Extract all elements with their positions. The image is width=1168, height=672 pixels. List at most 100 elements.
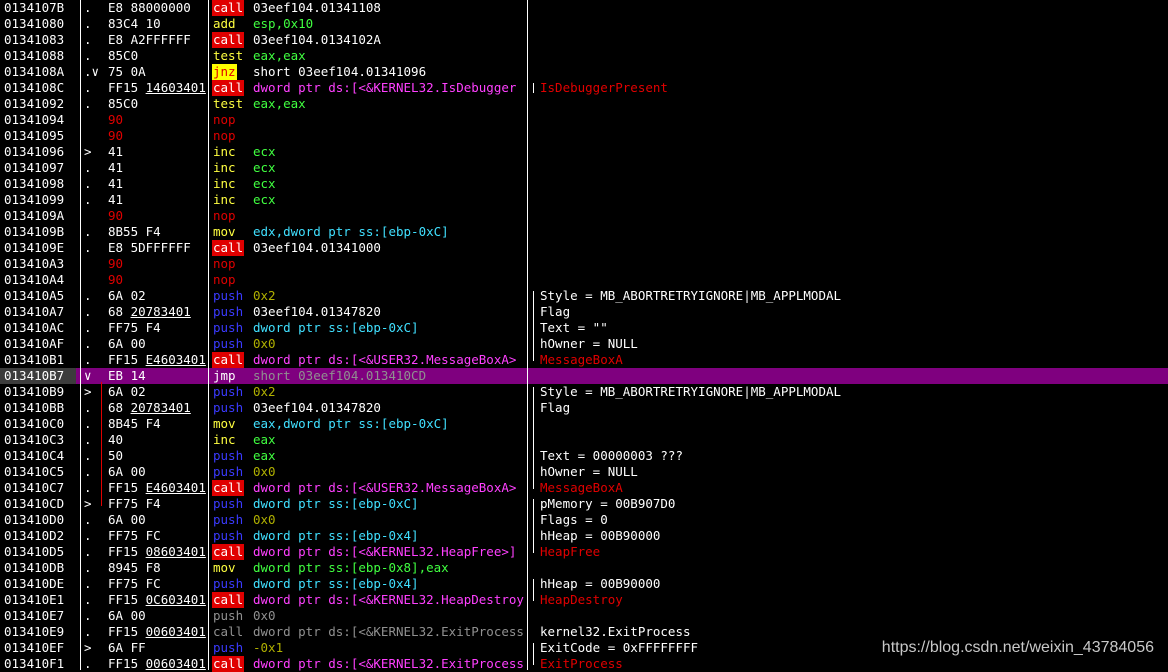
comment-cell [540, 224, 1140, 240]
disasm-row[interactable]: 013410A3 90 nop [0, 256, 1168, 272]
bytes-cell: 8B55 F4 [108, 224, 161, 239]
disasm-row[interactable]: 013410B9 >6A 02 push 0x2 Style = MB_ABORTRET… [0, 384, 1168, 400]
address-cell: 0134108A [4, 64, 65, 79]
address-cell: 01341080 [4, 16, 65, 31]
disasm-row[interactable]: 013410D0. 6A 00 push 0x0 Flags = 0 [0, 512, 1168, 528]
branch-marker: > [84, 640, 92, 655]
disasm-row[interactable]: 01341080. 83C4 10 add esp,0x10 [0, 16, 1168, 32]
branch-marker: . [84, 288, 92, 303]
disasm-row[interactable]: 013410D5. FF15 08603401 call dword ptr ds:[… [0, 544, 1168, 560]
disasm-row[interactable]: 013410C5. 6A 00 push 0x0 hOwner = NULL [0, 464, 1168, 480]
disasm-row[interactable]: 013410E1. FF15 0C603401 call dword ptr ds:[… [0, 592, 1168, 608]
mnemonic-cell: push [213, 448, 244, 463]
disasm-row[interactable]: 0134109A 90 nop [0, 208, 1168, 224]
address-cell: 0134108C [4, 80, 65, 95]
arg-brace [533, 499, 534, 553]
disasm-row[interactable]: 01341088. 85C0 test eax,eax [0, 48, 1168, 64]
comment-cell: hHeap = 00B90000 [540, 528, 661, 543]
operands-cell: short 03eef104.013410CD [253, 368, 427, 383]
address-cell: 013410C3 [4, 432, 65, 447]
disasm-row[interactable]: 0134108C. FF15 14603401 call dword ptr ds:[… [0, 80, 1168, 96]
comment-cell [540, 272, 1140, 288]
bytes-cell: 41 [108, 160, 124, 175]
disasm-row[interactable]: 013410A4 90 nop [0, 272, 1168, 288]
comment-cell: HeapFree [540, 544, 601, 559]
disasm-row[interactable]: 0134109B. 8B55 F4 mov edx,dword ptr ss:[ebp… [0, 224, 1168, 240]
disasm-row[interactable]: 013410A7. 68 20783401 push 03eef104.0134782… [0, 304, 1168, 320]
disasm-row[interactable]: 013410A5. 6A 02 push 0x2 Style = MB_ABORTRET… [0, 288, 1168, 304]
operands-cell [253, 128, 527, 144]
disasm-row[interactable]: 013410C3. 40 inc eax [0, 432, 1168, 448]
bytes-cell: 6A 00 [108, 512, 146, 527]
comment-cell [540, 560, 1140, 576]
mnemonic-cell: call [212, 0, 245, 16]
operands-cell: eax,dword ptr ss:[ebp-0xC] [253, 416, 449, 431]
comment-cell [540, 192, 1140, 208]
disasm-row[interactable]: 013410E9. FF15 00603401 call dword ptr ds:[… [0, 624, 1168, 640]
branch-marker: . [84, 320, 92, 335]
address-cell: 013410DE [4, 576, 65, 591]
disasm-row[interactable]: 01341097. 41 inc ecx [0, 160, 1168, 176]
disasm-row[interactable]: 01341083. E8 A2FFFFFF call 03eef104.0134102… [0, 32, 1168, 48]
disasm-row[interactable]: 01341094 90 nop [0, 112, 1168, 128]
bytes-cell: 68 20783401 [108, 304, 191, 319]
branch-marker [84, 208, 104, 224]
disasm-row[interactable]: 013410AF. 6A 00 push 0x0 hOwner = NULL [0, 336, 1168, 352]
address-cell: 0134109B [4, 224, 65, 239]
comment-cell: Text = 00000003 ??? [540, 448, 683, 463]
disasm-row[interactable]: 0134108A .∨ 75 0A jnz short 03eef104.0134109… [0, 64, 1168, 80]
disasm-row[interactable]: 01341096 >41 inc ecx [0, 144, 1168, 160]
branch-marker: . [84, 304, 92, 319]
operands-cell: 0x0 [253, 464, 276, 479]
operands-cell: 0x0 [253, 512, 276, 527]
mnemonic-cell: push [213, 400, 244, 415]
branch-marker [84, 112, 104, 128]
disasm-row[interactable]: 013410BB. 68 20783401 push 03eef104.0134782… [0, 400, 1168, 416]
operands-cell: dword ptr ds:[<&KERNEL32.HeapDestroy [253, 592, 524, 607]
address-cell: 013410C7 [4, 480, 65, 495]
bytes-cell: 41 [108, 144, 124, 159]
disasm-row-selected[interactable]: 013410B7 ∨ EB 14 jmp short 03eef104.013410CD [0, 368, 1168, 384]
branch-marker: . [84, 160, 92, 175]
disasm-row[interactable]: 013410DB. 8945 F8 mov dword ptr ss:[ebp-0x8… [0, 560, 1168, 576]
mnemonic-cell: push [213, 576, 244, 591]
disasm-row[interactable]: 0134107B. E8 88000000 call 03eef104.0134110… [0, 0, 1168, 16]
disasm-row[interactable]: 013410CD > FF75 F4 push dword ptr ss:[ebp-0x… [0, 496, 1168, 512]
disasm-row[interactable]: 013410E7. 6A 00 push 0x0 [0, 608, 1168, 624]
address-cell: 013410C0 [4, 416, 65, 431]
disasm-row[interactable]: 01341099. 41 inc ecx [0, 192, 1168, 208]
disasm-row[interactable]: 01341098. 41 inc ecx [0, 176, 1168, 192]
disasm-row[interactable]: 013410C0. 8B45 F4 mov eax,dword ptr ss:[ebp… [0, 416, 1168, 432]
operands-cell: ecx [253, 192, 276, 207]
branch-marker [84, 272, 104, 288]
comment-cell [540, 144, 1140, 160]
address-cell: 01341083 [4, 32, 65, 47]
branch-marker [84, 128, 104, 144]
mnemonic-cell: inc [213, 432, 236, 447]
bytes-cell: 41 [108, 176, 124, 191]
arg-brace [533, 643, 534, 665]
branch-marker: . [84, 544, 92, 559]
bytes-cell: 90 [108, 112, 124, 127]
mnemonic-cell: call [212, 240, 245, 256]
operands-cell: dword ptr ds:[<&KERNEL32.HeapFree>] [253, 544, 517, 559]
address-cell: 013410A3 [4, 256, 65, 271]
operands-cell: dword ptr ss:[ebp-0x4] [253, 528, 419, 543]
disasm-row[interactable]: 013410D2. FF75 FC push dword ptr ss:[ebp-0x… [0, 528, 1168, 544]
bytes-cell: FF15 0C603401 [108, 592, 206, 607]
disasm-row[interactable]: 013410B1. FF15 E4603401 call dword ptr ds:[… [0, 352, 1168, 368]
disasm-row[interactable]: 0134109E. E8 5DFFFFFF call 03eef104.0134100… [0, 240, 1168, 256]
disasm-row[interactable]: 013410DE. FF75 FC push dword ptr ss:[ebp-0x… [0, 576, 1168, 592]
comment-cell [540, 608, 1140, 624]
disasm-row[interactable]: 01341095 90 nop [0, 128, 1168, 144]
operands-cell: eax,eax [253, 96, 306, 111]
bytes-cell: 40 [108, 432, 124, 447]
operands-cell: 03eef104.01341108 [253, 0, 381, 15]
address-cell: 013410D0 [4, 512, 65, 527]
disasm-row[interactable]: 01341092. 85C0 test eax,eax [0, 96, 1168, 112]
mnemonic-cell: nop [213, 112, 236, 127]
bytes-cell: E8 88000000 [108, 0, 191, 15]
disasm-row[interactable]: 013410C4. 50 push eax Text = 00000003 ??? [0, 448, 1168, 464]
disasm-row[interactable]: 013410AC. FF75 F4 push dword ptr ss:[ebp-0x… [0, 320, 1168, 336]
disasm-row[interactable]: 013410C7. FF15 E4603401 call dword ptr ds:[… [0, 480, 1168, 496]
